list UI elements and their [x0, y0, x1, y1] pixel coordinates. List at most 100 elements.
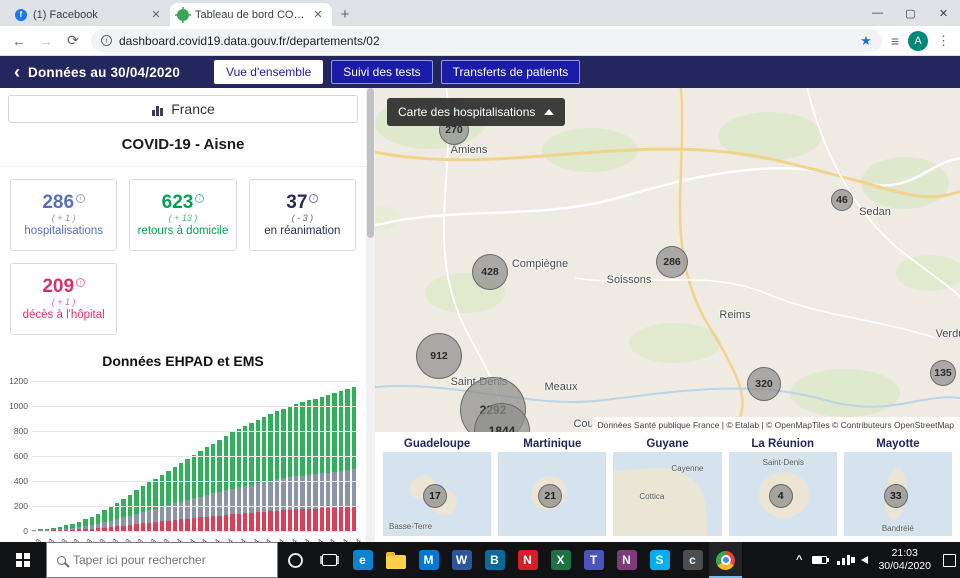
close-icon[interactable]: ✕ [311, 8, 325, 21]
nav-transferts-de-patients[interactable]: Transferts de patients [440, 60, 581, 84]
close-icon[interactable]: ✕ [149, 8, 163, 21]
hospitalisations-bubble[interactable]: 135 [930, 360, 956, 386]
start-button[interactable] [0, 542, 46, 578]
url-field[interactable]: i dashboard.covid19.data.gouv.fr/departe… [91, 29, 882, 52]
hospitalisations-bubble[interactable]: 286 [656, 246, 688, 278]
bar-segment-serie-rouge [147, 522, 152, 531]
chart-bar [351, 387, 356, 531]
taskbar-app-excel[interactable]: X [544, 542, 577, 578]
volume-icon[interactable] [851, 556, 869, 564]
stat-card-hospitalisations: 286 i ( + 1 ) hospitalisations [10, 179, 118, 251]
profile-avatar[interactable]: A [908, 30, 928, 51]
bar-segment-serie-grise [223, 490, 229, 515]
maximize-button[interactable]: ▢ [894, 0, 927, 26]
hospitalisations-bubble[interactable]: 4 [768, 484, 793, 508]
tab-facebook[interactable]: f (1) Facebook ✕ [8, 3, 170, 26]
overseas-card-martinique[interactable]: Martinique 21 [498, 436, 607, 536]
chart-bar [249, 422, 254, 531]
browser-menu-icon[interactable]: ⋮ [937, 33, 950, 49]
hospitalisations-bubble[interactable]: 428 [472, 254, 508, 290]
bar-segment-serie-rouge [230, 514, 235, 531]
taskbar-app-bing[interactable]: B [478, 542, 511, 578]
new-tab-button[interactable]: + [332, 3, 358, 26]
hospitalisations-bubble[interactable]: 912 [416, 333, 462, 379]
hospitalisations-bubble[interactable]: 21 [538, 484, 563, 508]
bar-segment-serie-verte [210, 443, 216, 494]
chart-bar [223, 436, 229, 531]
taskbar-app-skype[interactable]: S [643, 542, 676, 578]
hospitalisations-bubble[interactable]: 33 [883, 484, 908, 508]
back-icon[interactable]: ← [10, 33, 28, 49]
cortana-button[interactable] [278, 542, 312, 578]
city-label: Meaux [544, 381, 578, 393]
action-center-icon[interactable] [943, 553, 956, 567]
chart-bar [313, 398, 318, 531]
chart-bar [178, 462, 184, 531]
hospitalisations-bubble[interactable]: 320 [747, 367, 781, 401]
chart-bar [159, 474, 165, 531]
bar-segment-serie-rouge [274, 510, 280, 531]
nav-suivi-des-tests[interactable]: Suivi des tests [331, 60, 433, 84]
hospitalisations-bubble[interactable]: 46 [831, 189, 853, 211]
bar-segment-serie-rouge [204, 516, 209, 531]
hospitalisations-bubble[interactable]: 17 [423, 484, 447, 508]
close-window-button[interactable]: ✕ [927, 0, 960, 26]
word-icon: W [451, 550, 472, 570]
chart-bar [140, 486, 146, 531]
taskbar-clock[interactable]: 21:03 30/04/2020 [878, 547, 931, 573]
stat-label: décès à l'hôpital [22, 309, 105, 322]
bing-icon: B [484, 550, 505, 570]
bookmark-star-icon[interactable]: ★ [860, 33, 872, 49]
scrollbar-thumb[interactable] [367, 88, 374, 238]
bar-segment-serie-verte [300, 402, 305, 476]
taskbar-app-file-explorer[interactable] [379, 542, 412, 578]
info-icon[interactable]: i [76, 278, 86, 288]
hidden-icons-chevron[interactable]: ^ [796, 554, 802, 566]
data-date-label[interactable]: Données au 30/04/2020 [28, 65, 180, 80]
taskbar-app-onenote[interactable]: N [610, 542, 643, 578]
chart-bar [242, 426, 248, 531]
chart-bar [121, 499, 126, 531]
overseas-card-guyane[interactable]: Guyane Cayenne Cottica [613, 436, 722, 536]
map-layer-toggle[interactable]: Carte des hospitalisations [387, 98, 566, 126]
taskbar-app-edge[interactable]: e [346, 542, 379, 578]
bar-segment-serie-grise [115, 518, 120, 527]
clock-time: 21:03 [891, 546, 918, 559]
battery-icon[interactable] [812, 556, 830, 564]
taskbar: eMWBNXTNSc ^ 21:03 30/04/2020 [0, 542, 960, 578]
forward-icon[interactable]: → [37, 33, 55, 49]
panel-scrollbar[interactable] [366, 88, 375, 542]
france-link[interactable]: France [8, 95, 358, 123]
info-icon[interactable]: i [195, 194, 205, 204]
reading-list-icon[interactable]: ≡ [891, 33, 899, 49]
overseas-card-mayotte[interactable]: Mayotte Bandrélé 33 [843, 436, 953, 536]
bar-segment-serie-verte [178, 462, 184, 502]
taskbar-app-mail[interactable]: M [412, 542, 445, 578]
search-icon [57, 555, 66, 565]
taskbar-app-chrome[interactable] [709, 542, 742, 578]
taskbar-app-teams[interactable]: T [577, 542, 610, 578]
bar-segment-serie-grise [338, 470, 344, 508]
bar-segment-serie-grise [185, 500, 190, 519]
info-icon[interactable]: i [309, 194, 319, 204]
site-info-icon[interactable]: i [101, 35, 112, 46]
nav-vue-densemble[interactable]: Vue d'ensemble [214, 60, 324, 84]
task-view-button[interactable] [312, 542, 346, 578]
taskbar-app-netflix[interactable]: N [511, 542, 544, 578]
hospitalisations-map[interactable]: AmiensSedanCompiègneSoissonsReimsMeauxSa… [375, 88, 960, 432]
search-input[interactable] [73, 553, 243, 567]
bar-segment-serie-verte [332, 392, 337, 472]
overseas-card-guadeloupe[interactable]: Guadeloupe Basse-Terre 17 [383, 436, 492, 536]
chevron-left-icon[interactable]: ‹ [14, 63, 20, 81]
refresh-icon[interactable]: ⟳ [64, 32, 82, 49]
minimize-button[interactable]: — [861, 0, 894, 26]
map-attribution[interactable]: Données Santé publique France | © Etalab… [591, 417, 960, 432]
bar-segment-serie-grise [166, 505, 171, 521]
tab-covid-dashboard[interactable]: Tableau de bord COVID-19 Suivi ✕ [170, 3, 332, 26]
overseas-card-la-réunion[interactable]: La Réunion Saint-Denis 4 [728, 436, 837, 536]
taskbar-app-app-c[interactable]: c [676, 542, 709, 578]
info-icon[interactable]: i [76, 194, 86, 204]
taskbar-search[interactable] [46, 542, 278, 578]
network-icon[interactable] [837, 555, 852, 565]
taskbar-app-word[interactable]: W [445, 542, 478, 578]
